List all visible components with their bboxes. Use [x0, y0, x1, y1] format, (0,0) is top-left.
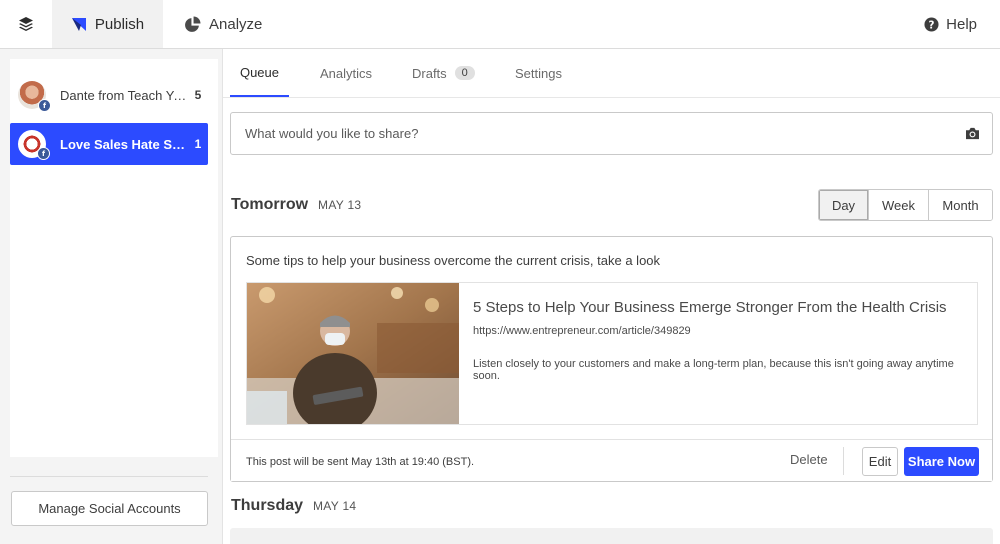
facebook-icon: f — [38, 99, 51, 112]
sidebar: f Dante from Teach Yo... 5 f Love Sales … — [0, 49, 223, 544]
post-text: Some tips to help your business overcome… — [246, 253, 661, 268]
link-preview-url: https://www.entrepreneur.com/article/349… — [473, 325, 691, 337]
facebook-icon: f — [37, 147, 50, 160]
buffer-logo[interactable] — [0, 0, 52, 48]
drafts-count-badge: 0 — [454, 66, 475, 80]
view-week-button[interactable]: Week — [868, 190, 928, 220]
day-name: Thursday — [231, 497, 304, 514]
link-preview[interactable]: 5 Steps to Help Your Business Emerge Str… — [246, 282, 978, 425]
camera-icon[interactable] — [952, 127, 992, 140]
help-button[interactable]: ? Help — [924, 0, 977, 48]
avatar: f — [18, 81, 51, 112]
tab-drafts[interactable]: Drafts 0 — [412, 49, 475, 97]
publish-icon — [71, 16, 87, 32]
tab-analytics-label: Analytics — [320, 65, 373, 81]
tab-settings-label: Settings — [515, 65, 562, 81]
account-post-count: 5 — [194, 88, 202, 102]
composer-input[interactable]: What would you like to share? — [230, 112, 993, 155]
edit-button[interactable]: Edit — [862, 447, 898, 476]
tab-settings[interactable]: Settings — [515, 49, 562, 97]
share-now-button[interactable]: Share Now — [904, 447, 979, 476]
account-item-love-sales[interactable]: f Love Sales Hate Selli... 1 — [10, 123, 208, 165]
post-schedule-text: This post will be sent May 13th at 19:40… — [246, 456, 475, 468]
top-navigation-bar: Publish Analyze ? Help — [0, 0, 1000, 49]
svg-text:?: ? — [929, 19, 935, 31]
day-heading-thursday: Thursday MAY 14 — [231, 497, 356, 515]
avatar: f — [18, 130, 50, 160]
next-post-card — [230, 528, 993, 544]
composer-placeholder: What would you like to share? — [245, 126, 419, 141]
manage-social-accounts-button[interactable]: Manage Social Accounts — [11, 491, 208, 526]
nav-tab-publish-label: Publish — [94, 15, 145, 33]
link-preview-description: Listen closely to your customers and mak… — [473, 358, 954, 382]
account-name: Love Sales Hate Selli... — [60, 136, 188, 152]
help-circle-icon: ? — [924, 16, 939, 32]
account-list: f Dante from Teach Yo... 5 f Love Sales … — [10, 59, 218, 457]
pie-chart-icon — [184, 16, 201, 33]
day-date: MAY 13 — [318, 198, 362, 212]
link-preview-image — [247, 283, 459, 424]
account-item-dante[interactable]: f Dante from Teach Yo... 5 — [10, 74, 208, 116]
tab-drafts-label: Drafts — [412, 65, 447, 81]
stack-logo-icon — [19, 17, 33, 31]
link-preview-title: 5 Steps to Help Your Business Emerge Str… — [473, 299, 947, 316]
nav-tab-analyze[interactable]: Analyze — [184, 0, 262, 48]
view-day-button[interactable]: Day — [819, 190, 868, 220]
day-name: Tomorrow — [231, 196, 309, 213]
tab-analytics[interactable]: Analytics — [320, 49, 372, 97]
day-heading-tomorrow: Tomorrow MAY 13 — [231, 196, 361, 214]
tab-queue[interactable]: Queue — [230, 49, 289, 97]
help-label: Help — [946, 15, 977, 33]
queued-post-card: Some tips to help your business overcome… — [230, 236, 993, 482]
account-name: Dante from Teach Yo... — [60, 87, 188, 103]
tabs-divider — [223, 97, 1000, 98]
post-card-footer: This post will be sent May 13th at 19:40… — [231, 439, 992, 481]
calendar-view-toggle: Day Week Month — [818, 189, 993, 221]
footer-divider — [843, 447, 844, 475]
day-date: MAY 14 — [313, 499, 357, 513]
nav-tab-analyze-label: Analyze — [209, 15, 263, 33]
delete-button[interactable]: Delete — [790, 452, 828, 467]
account-post-count: 1 — [194, 137, 202, 151]
view-month-button[interactable]: Month — [928, 190, 992, 220]
nav-tab-publish[interactable]: Publish — [52, 0, 163, 48]
tab-queue-label: Queue — [239, 64, 280, 80]
sidebar-divider — [10, 476, 208, 477]
